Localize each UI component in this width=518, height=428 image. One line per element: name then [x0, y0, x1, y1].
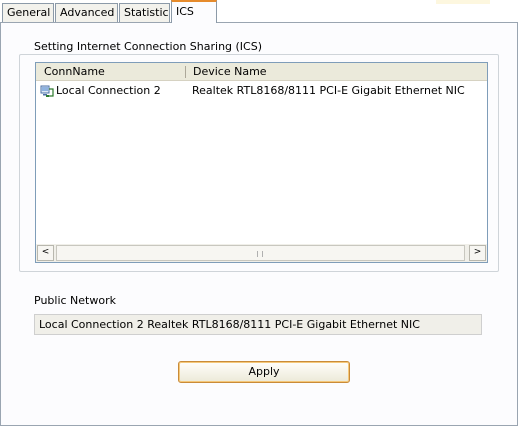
connection-list[interactable]: ConnName Device Name Local Connection 2 … [35, 62, 488, 263]
horizontal-scrollbar[interactable]: < > [36, 244, 487, 262]
column-separator[interactable] [185, 66, 186, 78]
tab-ics[interactable]: ICS [171, 0, 217, 23]
column-header-connname[interactable]: ConnName [44, 63, 105, 80]
scroll-right-button[interactable]: > [469, 245, 486, 261]
tab-statistics[interactable]: Statistics [119, 3, 170, 22]
tab-advanced[interactable]: Advanced [55, 3, 118, 22]
section-title: Setting Internet Connection Sharing (ICS… [34, 40, 263, 53]
device-name-cell: Realtek RTL8168/8111 PCI-E Gigabit Ether… [192, 84, 465, 97]
list-item[interactable]: Local Connection 2 Realtek RTL8168/8111 … [36, 82, 487, 100]
tab-strip-highlight [436, 0, 490, 4]
apply-button[interactable]: Apply [178, 361, 350, 383]
list-header: ConnName Device Name [36, 63, 487, 81]
public-network-label: Public Network [34, 294, 116, 307]
conn-name-cell: Local Connection 2 [56, 84, 161, 97]
public-network-field: Local Connection 2 Realtek RTL8168/8111 … [34, 314, 482, 335]
network-connection-icon [40, 85, 54, 97]
column-header-device-name[interactable]: Device Name [193, 63, 267, 80]
tab-general[interactable]: General [2, 3, 54, 22]
scroll-left-button[interactable]: < [37, 245, 54, 261]
scroll-thumb[interactable] [56, 245, 465, 261]
scroll-grip-icon [257, 251, 263, 257]
